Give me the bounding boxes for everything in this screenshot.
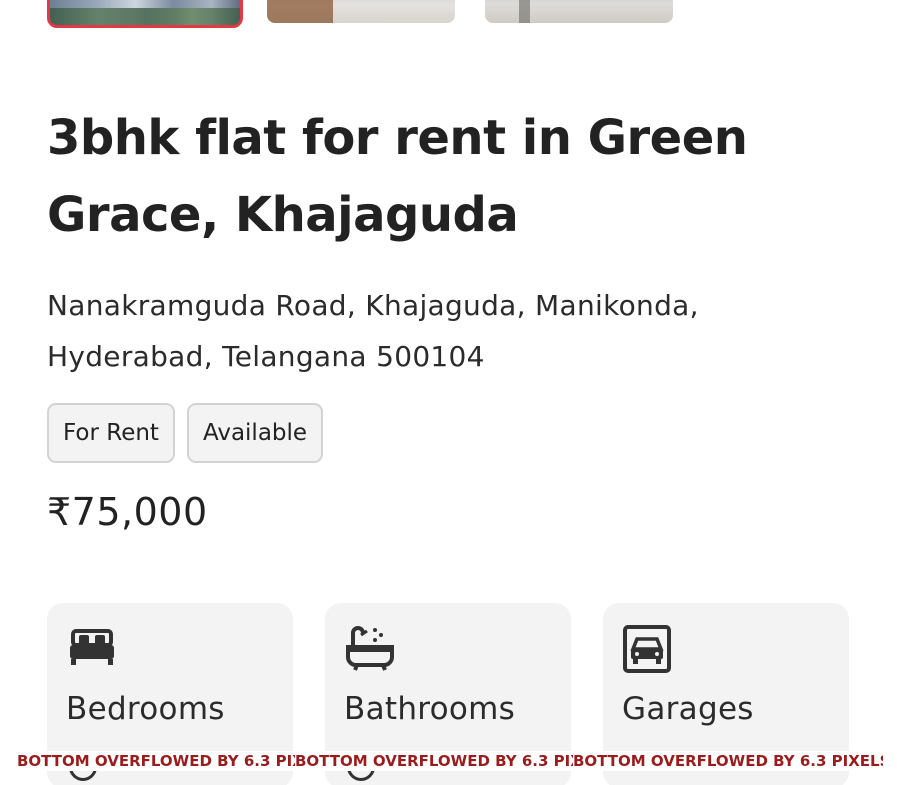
thumbnail-interior-kitchen[interactable] bbox=[267, 0, 455, 23]
feature-label-garages: Garages bbox=[622, 691, 754, 727]
bathtub-icon bbox=[346, 626, 394, 671]
overflow-warning-bathrooms: BOTTOM OVERFLOWED BY 6.3 PIXELS bbox=[295, 751, 573, 771]
tag-for-rent: For Rent bbox=[47, 403, 175, 463]
overflow-warning-garages: BOTTOM OVERFLOWED BY 6.3 PIXELS bbox=[573, 751, 883, 771]
overflow-warning-strip: BOTTOM OVERFLOWED BY 6.3 PIXELS BOTTOM O… bbox=[17, 751, 883, 771]
listing-title: 3bhk flat for rent in Green Grace, Khaja… bbox=[47, 110, 748, 243]
garage-icon bbox=[623, 625, 671, 673]
bed-icon bbox=[70, 629, 114, 665]
listing-address: Nanakramguda Road, Khajaguda, Manikonda,… bbox=[47, 289, 699, 373]
listing-tags: For Rent Available bbox=[47, 403, 324, 463]
listing-price: ₹75,000 bbox=[47, 490, 208, 534]
image-gallery-thumbnails bbox=[47, 0, 673, 28]
feature-label-bedrooms: Bedrooms bbox=[66, 691, 225, 727]
thumbnail-interior-room[interactable] bbox=[485, 0, 673, 23]
thumbnail-building-exterior[interactable] bbox=[47, 0, 243, 28]
tag-availability: Available bbox=[186, 403, 324, 463]
overflow-warning-bedrooms: BOTTOM OVERFLOWED BY 6.3 PIXELS bbox=[17, 751, 295, 771]
feature-label-bathrooms: Bathrooms bbox=[344, 691, 516, 727]
